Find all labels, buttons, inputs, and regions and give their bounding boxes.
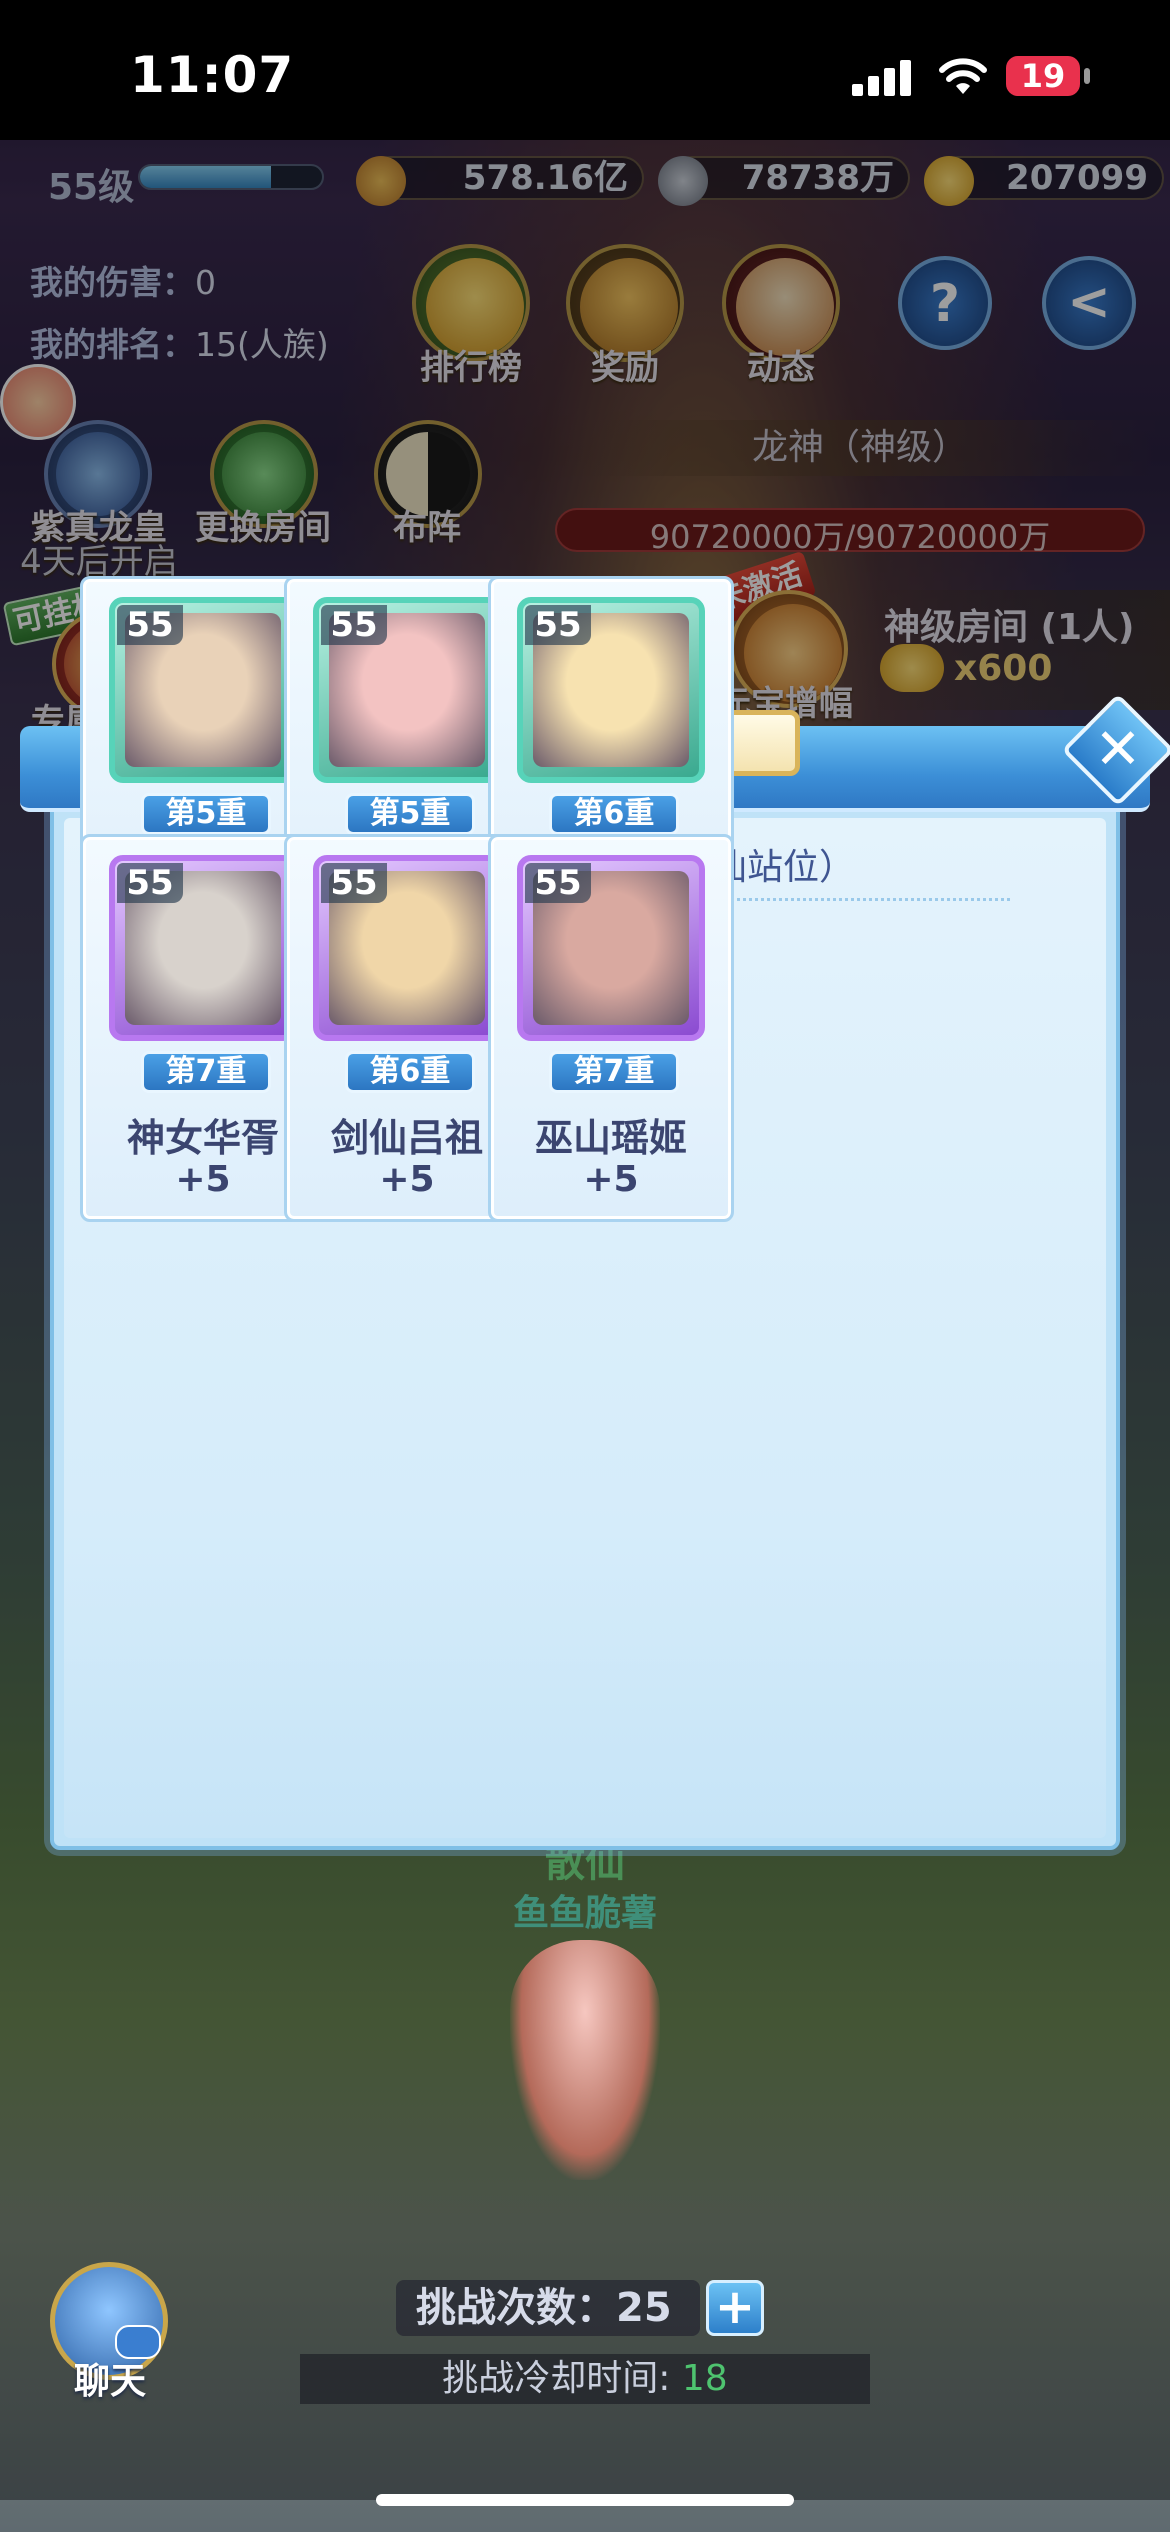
challenge-cooldown: 挑战冷却时间: 18 [300, 2354, 870, 2404]
hero-portrait[interactable]: 55 [517, 855, 705, 1041]
hero-portrait[interactable]: 55 [109, 597, 297, 783]
cooldown-value: 18 [681, 2358, 728, 2399]
hero-stage-badge: 第5重 [345, 793, 475, 835]
hero-card[interactable]: 55 第7重巫山瑶姬 +5 [488, 834, 734, 1222]
wifi-icon [939, 58, 987, 94]
hero-portrait[interactable]: 55 [313, 855, 501, 1041]
cooldown-label: 挑战冷却时间: [442, 2358, 671, 2399]
hero-stage-badge: 第7重 [141, 1051, 271, 1093]
hero-portrait[interactable]: 55 [109, 855, 297, 1041]
hero-stage-badge: 第5重 [141, 793, 271, 835]
battery-level: 19 [1020, 57, 1066, 95]
hero-level: 55 [321, 863, 387, 903]
challenge-count: 挑战次数：25 [396, 2280, 700, 2336]
hero-stage-badge: 第7重 [549, 1051, 679, 1093]
hero-name: 巫山瑶姬 [534, 1116, 687, 1160]
hero-stage-badge: 第6重 [549, 793, 679, 835]
challenge-label: 挑战次数： [416, 2285, 616, 2331]
hero-name: 鱼鱼脆薯 [512, 1893, 657, 1934]
challenge-value: 25 [616, 2285, 672, 2331]
status-time: 11:07 [130, 46, 295, 104]
hero-sprite [510, 1940, 660, 2180]
close-icon: ✕ [1094, 717, 1142, 782]
hero-enhance: +5 [583, 1159, 639, 1200]
hero-level: 55 [117, 605, 183, 645]
hero-portrait[interactable]: 55 [517, 597, 705, 783]
hero-stage-badge: 第6重 [345, 1051, 475, 1093]
plus-icon: + [714, 2279, 756, 2335]
hero-portrait[interactable]: 55 [313, 597, 501, 783]
add-challenge-button[interactable]: + [706, 2280, 764, 2336]
cellular-signal-icon [852, 60, 912, 96]
chat-label: 聊天 [73, 2361, 146, 2402]
home-indicator[interactable] [376, 2494, 794, 2506]
formation-dialog: 布阵 ✕ （移动神仙头像可调整神仙站位） 55第5重猎日后羿+555第5重鱼鱼脆… [20, 576, 1170, 1850]
battery-cap [1084, 68, 1090, 84]
status-bar: 11:07 19 [0, 0, 1170, 140]
hero-level: 55 [525, 863, 591, 903]
hero-level: 55 [525, 605, 591, 645]
hero-level: 55 [321, 605, 387, 645]
battery-indicator: 19 [1006, 56, 1080, 96]
hero-level: 55 [117, 863, 183, 903]
